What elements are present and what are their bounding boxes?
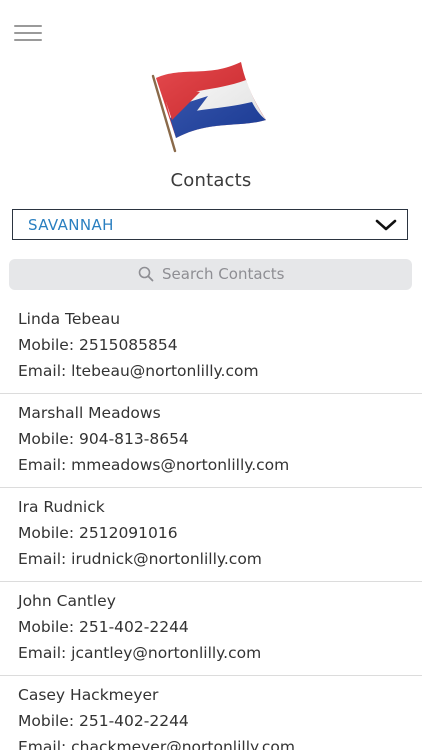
contact-row[interactable]: John Cantley Mobile: 251-402-2244 Email:… bbox=[0, 582, 422, 676]
contact-mobile: Mobile: 251-402-2244 bbox=[18, 618, 189, 636]
hamburger-menu-icon[interactable] bbox=[14, 24, 44, 44]
contact-name: Marshall Meadows bbox=[18, 404, 161, 422]
contact-row[interactable]: Casey Hackmeyer Mobile: 251-402-2244 Ema… bbox=[0, 676, 422, 750]
contact-row[interactable]: Ira Rudnick Mobile: 2512091016 Email: ir… bbox=[0, 488, 422, 582]
contact-row[interactable]: Marshall Meadows Mobile: 904-813-8654 Em… bbox=[0, 394, 422, 488]
location-dropdown[interactable]: SAVANNAH bbox=[12, 209, 408, 240]
contact-mobile: Mobile: 2512091016 bbox=[18, 524, 178, 542]
chevron-down-icon bbox=[375, 219, 397, 231]
contact-name: John Cantley bbox=[18, 592, 116, 610]
contact-email: Email: jcantley@nortonlilly.com bbox=[18, 644, 262, 662]
contact-row[interactable]: Linda Tebeau Mobile: 2515085854 Email: l… bbox=[0, 300, 422, 394]
contact-mobile: Mobile: 904-813-8654 bbox=[18, 430, 189, 448]
contacts-screen: Contacts SAVANNAH Search Contacts Linda … bbox=[0, 0, 422, 750]
menu-bar-line bbox=[14, 25, 42, 27]
contact-email: Email: mmeadows@nortonlilly.com bbox=[18, 456, 290, 474]
search-icon bbox=[138, 266, 154, 282]
contact-name: Casey Hackmeyer bbox=[18, 686, 159, 704]
contact-name: Ira Rudnick bbox=[18, 498, 105, 516]
contact-email: Email: ltebeau@nortonlilly.com bbox=[18, 362, 259, 380]
menu-bar-line bbox=[14, 39, 42, 41]
contact-list: Linda Tebeau Mobile: 2515085854 Email: l… bbox=[0, 300, 422, 750]
contact-name: Linda Tebeau bbox=[18, 310, 121, 328]
search-placeholder: Search Contacts bbox=[162, 265, 285, 283]
search-input[interactable]: Search Contacts bbox=[9, 259, 412, 290]
page-title: Contacts bbox=[170, 170, 252, 191]
flag-logo-icon bbox=[151, 62, 266, 153]
menu-bar-line bbox=[14, 32, 42, 34]
contact-email: Email: chackmeyer@nortonlilly.com bbox=[18, 738, 295, 750]
contact-mobile: Mobile: 251-402-2244 bbox=[18, 712, 189, 730]
contact-mobile: Mobile: 2515085854 bbox=[18, 336, 178, 354]
contact-email: Email: irudnick@nortonlilly.com bbox=[18, 550, 262, 568]
location-selected-value: SAVANNAH bbox=[28, 216, 114, 234]
